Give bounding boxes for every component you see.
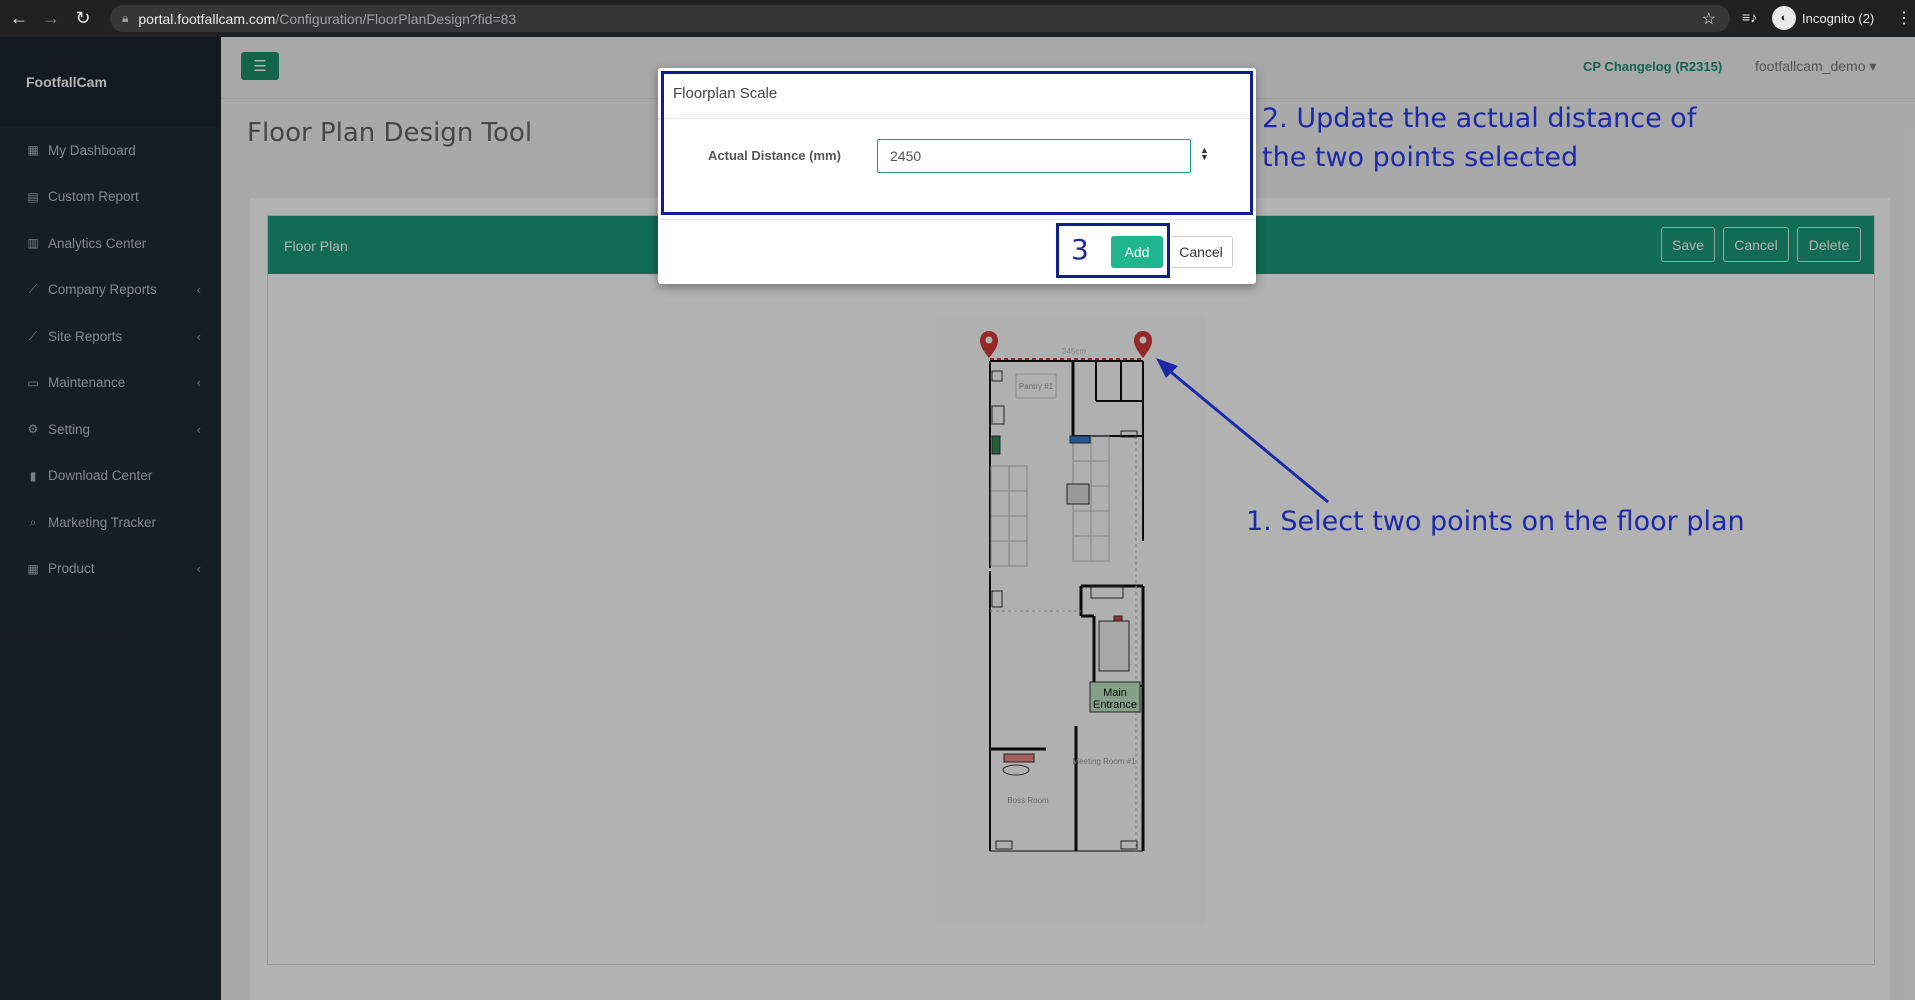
forward-icon[interactable]: → xyxy=(38,6,64,32)
kebab-icon[interactable]: ⋮ xyxy=(1896,8,1912,28)
annotation-step3: 3 xyxy=(1071,233,1089,266)
star-icon[interactable]: ☆ xyxy=(1702,9,1716,29)
incognito-indicator[interactable]: ◐ Incognito (2) xyxy=(1772,6,1874,30)
url-path: /Configuration/FloorPlanDesign?fid=83 xyxy=(275,10,517,27)
annotation-box-step2 xyxy=(661,71,1253,215)
cancel-button[interactable]: Cancel xyxy=(1169,236,1233,268)
reload-icon[interactable]: ↻ xyxy=(70,6,96,32)
url-host: portal.footfallcam.com xyxy=(138,10,276,27)
annotation-step1: 1. Select two points on the floor plan xyxy=(1246,506,1745,537)
media-icon[interactable]: ≡♪ xyxy=(1742,9,1757,25)
annotation-step2-line1: 2. Update the actual distance of xyxy=(1262,103,1697,134)
browser-toolbar: ← → ↻ 🔒︎ portal.footfallcam.com /Configu… xyxy=(0,0,1915,37)
annotation-step2: 2. Update the actual distance of the two… xyxy=(1262,99,1696,177)
lock-icon: 🔒︎ xyxy=(122,11,129,25)
modal-footer-divider xyxy=(658,219,1256,220)
back-icon[interactable]: ← xyxy=(6,6,32,32)
annotation-step2-line2: the two points selected xyxy=(1262,142,1579,173)
address-bar[interactable]: 🔒︎ portal.footfallcam.com /Configuration… xyxy=(110,5,1730,32)
incognito-label: Incognito (2) xyxy=(1802,10,1875,26)
incognito-icon: ◐ xyxy=(1772,6,1796,30)
